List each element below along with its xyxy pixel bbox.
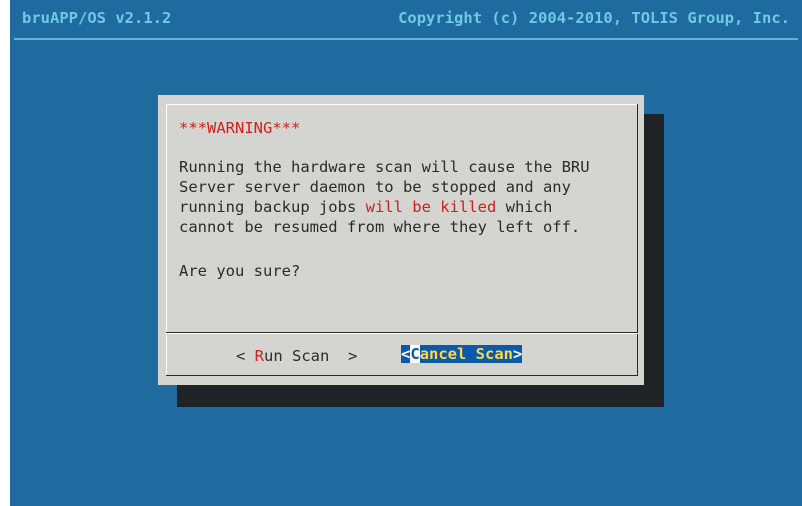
message-line-2: Server server daemon to be stopped and a… — [179, 178, 571, 196]
run-scan-hotkey: R — [254, 347, 265, 365]
cancel-scan-left-bracket: < — [401, 345, 411, 363]
app-title: bruAPP/OS v2.1.2 — [22, 9, 172, 27]
title-divider — [14, 38, 798, 40]
dialog-border-top — [166, 104, 638, 105]
title-bar: bruAPP/OS v2.1.2 Copyright (c) 2004-2010… — [10, 0, 802, 36]
run-scan-right-bracket: > — [329, 347, 358, 365]
dialog-border-bottom — [166, 375, 638, 376]
confirm-question: Are you sure? — [179, 262, 301, 280]
run-scan-button[interactable]: < Run Scan > — [236, 346, 357, 366]
killed-warning-text: will be killed — [365, 198, 497, 216]
terminal-screen: bruAPP/OS v2.1.2 Copyright (c) 2004-2010… — [10, 0, 802, 506]
cancel-scan-label: ancel Scan — [419, 345, 514, 363]
cancel-scan-right-bracket: > — [513, 345, 523, 363]
run-scan-label: un Scan — [264, 347, 330, 365]
warning-message: Running the hardware scan will cause the… — [179, 157, 590, 237]
warning-heading: ***WARNING*** — [179, 119, 301, 137]
cancel-scan-button[interactable]: <Cancel Scan> — [401, 344, 523, 366]
cancel-scan-hotkey: C — [410, 345, 420, 363]
message-line-3: running backup jobs will be killed which — [179, 198, 552, 216]
dialog-border-left — [166, 104, 167, 375]
copyright-notice: Copyright (c) 2004-2010, TOLIS Group, In… — [398, 9, 790, 27]
button-separator-highlight — [166, 333, 638, 334]
dialog-border-right — [637, 104, 638, 375]
warning-dialog: ***WARNING*** Running the hardware scan … — [158, 95, 644, 385]
run-scan-left-bracket: < — [236, 347, 255, 365]
message-line-1: Running the hardware scan will cause the… — [179, 158, 590, 176]
message-line-3-end: which — [496, 198, 553, 216]
message-line-3-start: running backup jobs — [179, 198, 366, 216]
message-line-4: cannot be resumed from where they left o… — [179, 218, 581, 236]
